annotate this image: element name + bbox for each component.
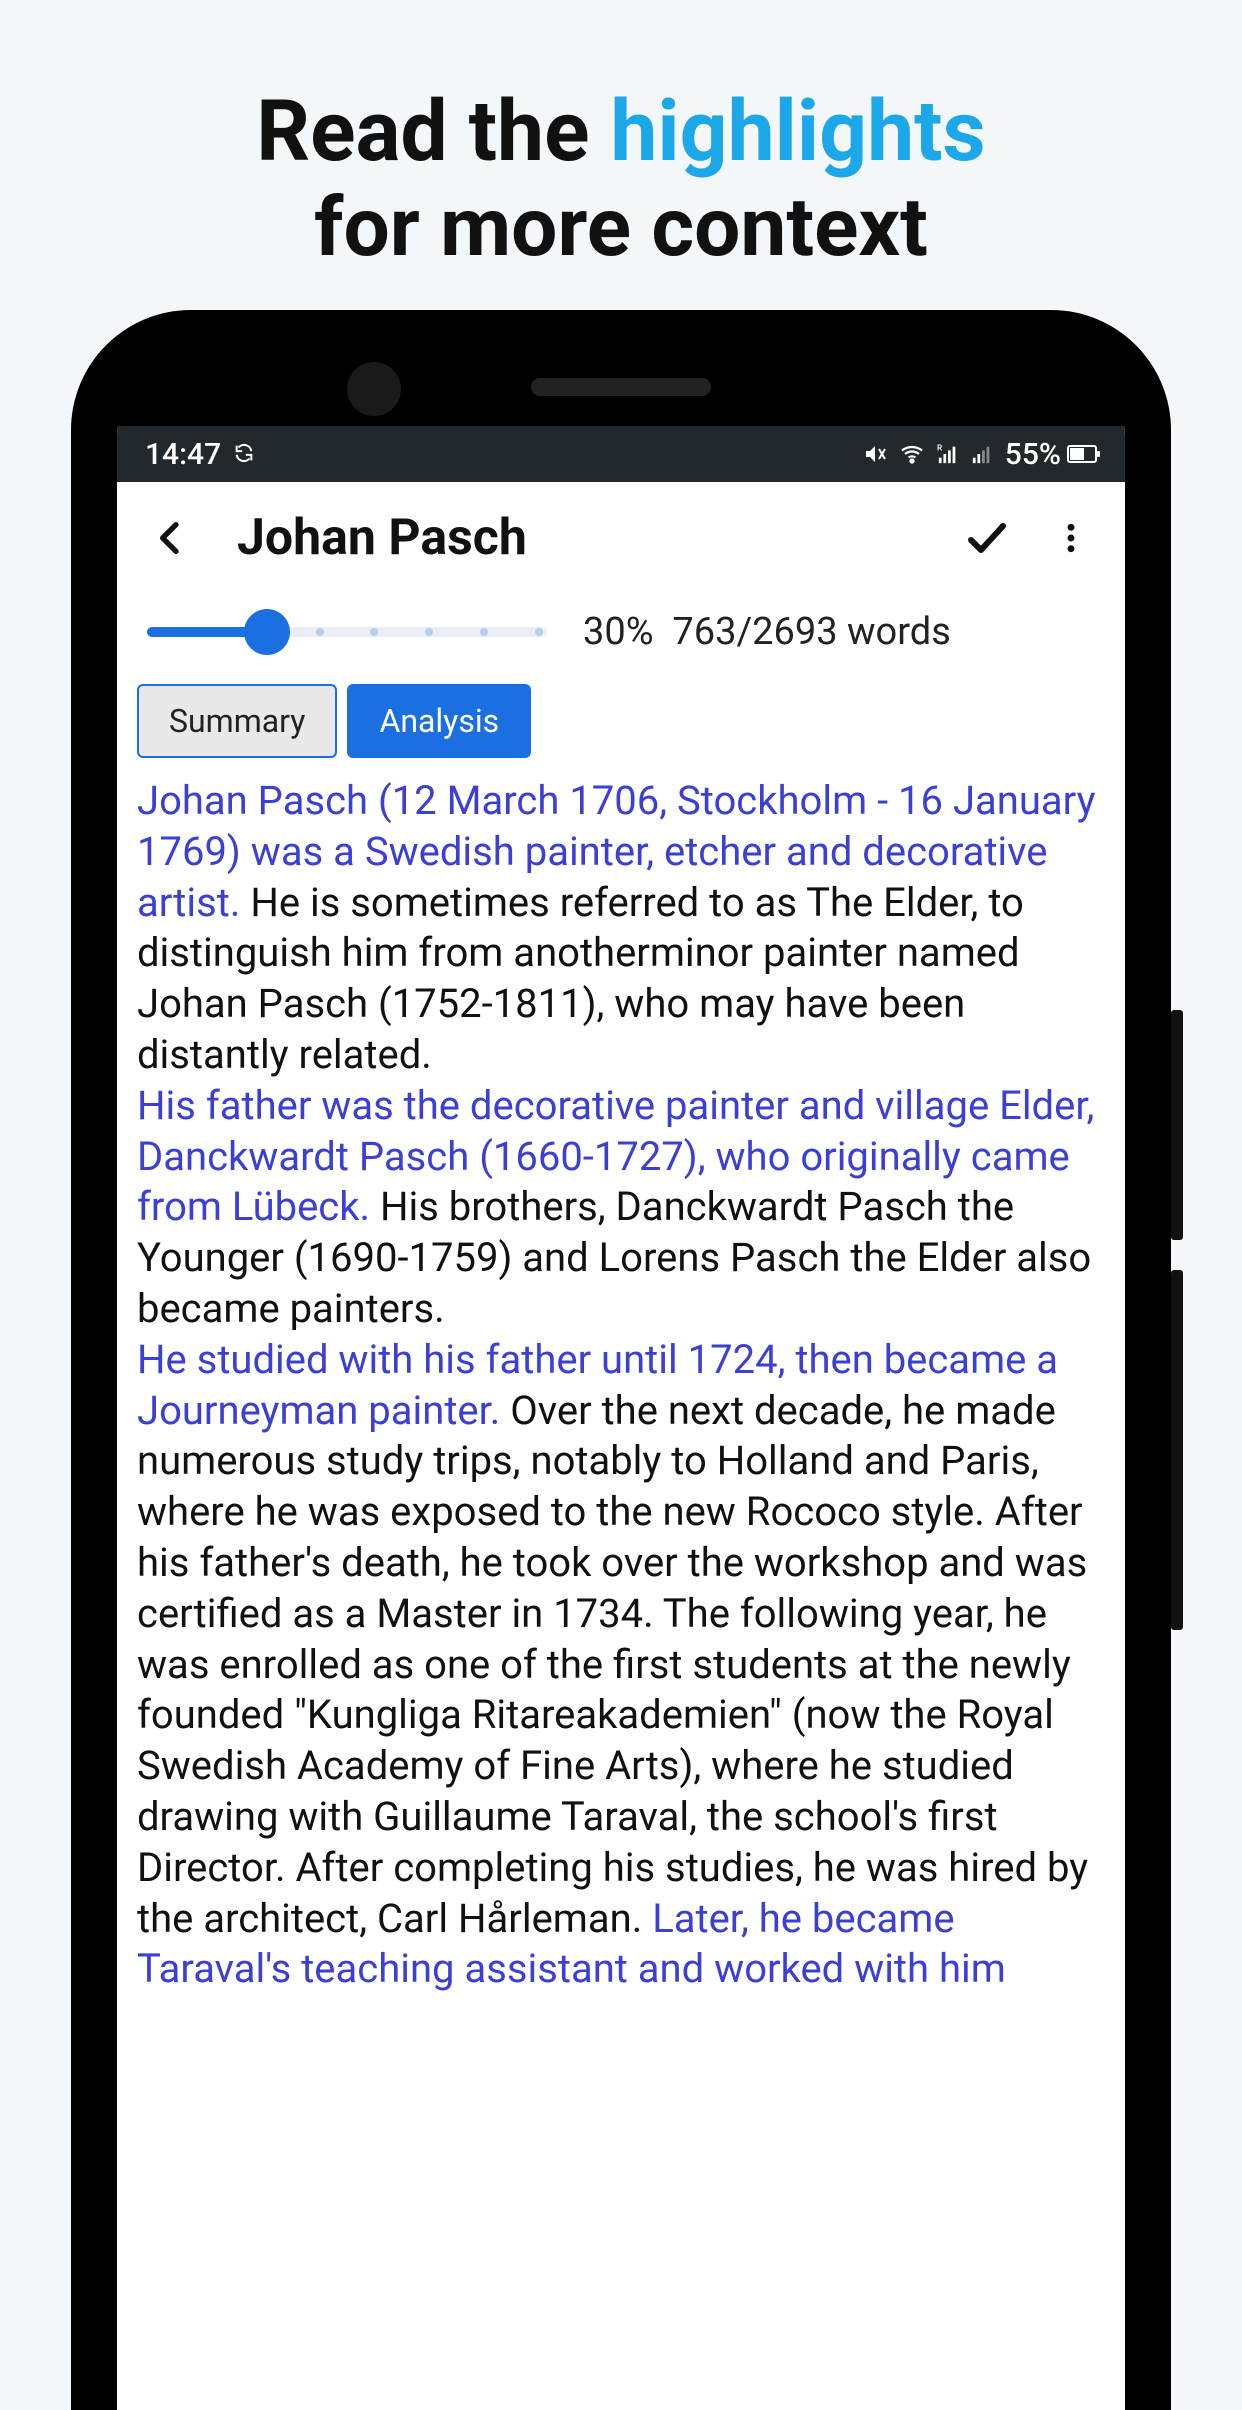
plain-span: He is sometimes referred to as The Elder… <box>137 879 1024 1078</box>
summary-length-slider[interactable] <box>147 620 547 644</box>
phone-side-button <box>1171 1270 1183 1630</box>
article-body[interactable]: Johan Pasch (12 March 1706, Stockholm - … <box>117 768 1125 1995</box>
slider-meta: 30% 763/2693 words <box>583 610 951 654</box>
headline-plain: Read the <box>256 82 610 181</box>
wifi-icon <box>899 442 925 466</box>
page-title: Johan Pasch <box>237 509 933 567</box>
tab-analysis[interactable]: Analysis <box>347 684 531 758</box>
view-tabs: Summary Analysis <box>117 664 1125 768</box>
phone-speaker-cutout <box>531 378 711 396</box>
headline-accent: highlights <box>610 82 985 181</box>
summary-word-count: 763/2693 words <box>672 610 950 654</box>
plain-span: Over the next decade, he made numerous s… <box>137 1387 1088 1942</box>
chevron-left-icon <box>151 518 191 558</box>
battery-icon <box>1067 445 1097 463</box>
sync-icon <box>233 437 255 472</box>
promo-headline-line2: for more context <box>0 180 1242 276</box>
phone-frame: 14:47 R <box>71 310 1171 2410</box>
confirm-button[interactable] <box>957 508 1017 568</box>
slider-thumb[interactable] <box>244 609 290 655</box>
status-time: 14:47 <box>145 437 221 472</box>
promo-headline-line1: Read the highlights <box>0 90 1242 174</box>
phone-bezel: 14:47 R <box>117 356 1125 2410</box>
overflow-menu-button[interactable] <box>1041 508 1101 568</box>
signal-r-icon: R <box>937 443 959 465</box>
battery-percent: 55% <box>1005 437 1061 472</box>
svg-text:R: R <box>937 443 943 453</box>
phone-side-button <box>1171 1010 1183 1240</box>
back-button[interactable] <box>141 508 201 568</box>
more-vertical-icon <box>1055 516 1087 560</box>
phone-screen: 14:47 R <box>117 426 1125 2410</box>
tab-summary[interactable]: Summary <box>137 684 337 758</box>
signal-icon <box>971 443 993 465</box>
summary-percent: 30% <box>583 610 654 654</box>
phone-camera-cutout <box>347 362 401 416</box>
status-bar: 14:47 R <box>117 426 1125 482</box>
check-icon <box>963 514 1011 562</box>
summary-length-row: 30% 763/2693 words <box>117 580 1125 664</box>
app-bar: Johan Pasch <box>117 482 1125 580</box>
mute-icon <box>863 442 887 466</box>
